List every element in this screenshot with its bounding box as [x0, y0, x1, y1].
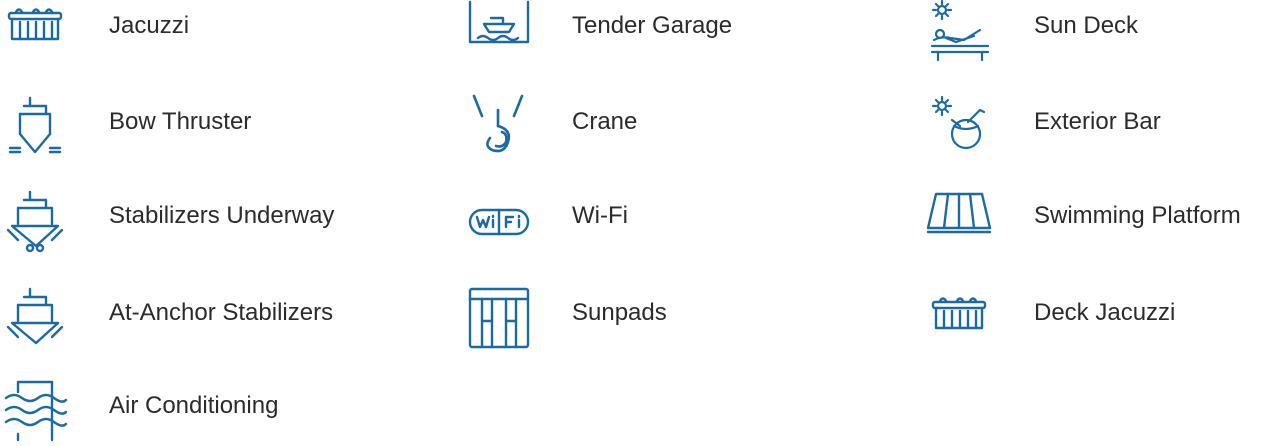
swimming-platform-icon	[924, 186, 994, 256]
amenity-at-anchor-stabilizers: At-Anchor Stabilizers	[0, 283, 390, 353]
amenity-bow-thruster: Bow Thruster	[0, 92, 340, 162]
exterior-bar-icon	[924, 92, 994, 162]
amenity-sunpads: Sunpads	[464, 283, 784, 353]
stabilizers-underway-icon	[0, 186, 70, 256]
amenity-label: Tender Garage	[572, 12, 733, 39]
air-conditioning-icon	[0, 376, 70, 446]
amenity-label: Swimming Platform	[1034, 202, 1241, 229]
amenity-label: Exterior Bar	[1034, 108, 1161, 135]
amenity-jacuzzi: Jacuzzi	[0, 0, 340, 66]
sunpads-icon	[464, 283, 534, 353]
at-anchor-stabilizers-icon	[0, 283, 70, 353]
sun-deck-icon	[924, 0, 994, 66]
amenity-label: Sun Deck	[1034, 12, 1139, 39]
amenity-sun-deck: Sun Deck	[924, 0, 1224, 66]
amenity-air-conditioning: Air Conditioning	[0, 376, 340, 446]
tender-garage-icon	[464, 0, 534, 66]
amenity-tender-garage: Tender Garage	[464, 0, 784, 66]
amenity-label: Sunpads	[572, 299, 667, 326]
amenity-label: Bow Thruster	[109, 108, 252, 135]
amenity-label: Air Conditioning	[109, 392, 279, 419]
deck-jacuzzi-icon	[924, 283, 994, 353]
bow-thruster-icon	[0, 92, 70, 162]
amenity-label: At-Anchor Stabilizers	[109, 299, 334, 326]
amenity-label: Crane	[572, 108, 638, 135]
crane-icon	[464, 92, 534, 162]
amenity-crane: Crane	[464, 92, 784, 162]
amenity-exterior-bar: Exterior Bar	[924, 92, 1224, 162]
amenity-label: Wi-Fi	[572, 202, 628, 229]
amenity-label: Jacuzzi	[109, 12, 190, 39]
amenity-deck-jacuzzi: Deck Jacuzzi	[924, 283, 1224, 353]
amenities-list: Jacuzzi Tender Garage Sun Deck Bow Thrus…	[0, 0, 1281, 446]
amenity-stabilizers-underway: Stabilizers Underway	[0, 186, 390, 256]
amenity-wifi: Wi-Fi	[464, 186, 784, 256]
amenity-swimming-platform: Swimming Platform	[924, 186, 1281, 256]
wifi-icon	[464, 186, 534, 256]
amenity-label: Stabilizers Underway	[109, 202, 335, 229]
amenity-label: Deck Jacuzzi	[1034, 299, 1176, 326]
jacuzzi-icon	[0, 0, 70, 66]
